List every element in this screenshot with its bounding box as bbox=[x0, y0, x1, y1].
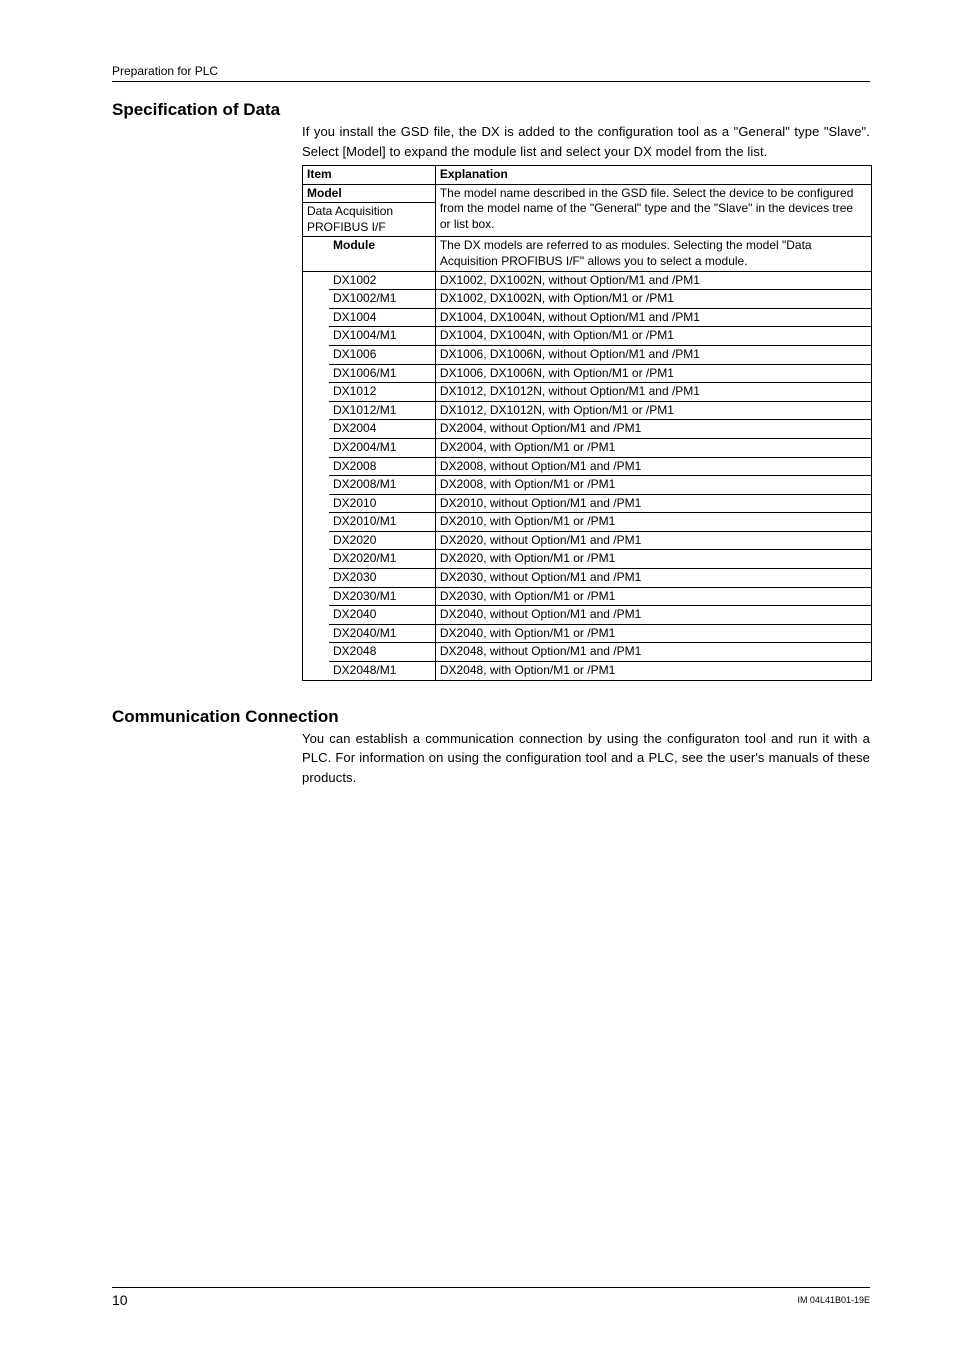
communication-paragraph: You can establish a communication connec… bbox=[302, 729, 870, 788]
indent-spacer bbox=[303, 513, 330, 532]
module-explanation: DX1004, DX1004N, without Option/M1 and /… bbox=[435, 308, 871, 327]
indent-spacer bbox=[303, 531, 330, 550]
indent-spacer bbox=[303, 345, 330, 364]
module-item: DX2008 bbox=[329, 457, 435, 476]
module-item: DX2010 bbox=[329, 494, 435, 513]
indent-spacer bbox=[303, 364, 330, 383]
row-module-explanation: The DX models are referred to as modules… bbox=[435, 237, 871, 271]
indent-spacer bbox=[303, 457, 330, 476]
module-explanation: DX2030, without Option/M1 and /PM1 bbox=[435, 569, 871, 588]
module-explanation: DX2008, without Option/M1 and /PM1 bbox=[435, 457, 871, 476]
module-explanation: DX2020, with Option/M1 or /PM1 bbox=[435, 550, 871, 569]
row-module-label: Module bbox=[329, 237, 435, 271]
module-explanation: DX2048, with Option/M1 or /PM1 bbox=[435, 662, 871, 681]
module-item: DX1004 bbox=[329, 308, 435, 327]
indent-spacer bbox=[303, 420, 330, 439]
module-item: DX2030 bbox=[329, 569, 435, 588]
module-explanation: DX2040, without Option/M1 and /PM1 bbox=[435, 606, 871, 625]
page-number: 10 bbox=[112, 1292, 128, 1308]
module-item: DX2004/M1 bbox=[329, 438, 435, 457]
module-explanation: DX2030, with Option/M1 or /PM1 bbox=[435, 587, 871, 606]
module-item: DX2030/M1 bbox=[329, 587, 435, 606]
module-item: DX1006 bbox=[329, 345, 435, 364]
module-explanation: DX2010, without Option/M1 and /PM1 bbox=[435, 494, 871, 513]
module-item: DX1012 bbox=[329, 383, 435, 402]
indent-spacer bbox=[303, 476, 330, 495]
indent-spacer bbox=[303, 587, 330, 606]
module-explanation: DX1012, DX1012N, without Option/M1 and /… bbox=[435, 383, 871, 402]
section-heading-specification: Specification of Data bbox=[112, 100, 870, 120]
indent-spacer bbox=[303, 237, 330, 271]
indent-spacer bbox=[303, 327, 330, 346]
specification-table: Item Explanation Model The model name de… bbox=[302, 165, 872, 681]
module-explanation: DX2008, with Option/M1 or /PM1 bbox=[435, 476, 871, 495]
specification-intro: If you install the GSD file, the DX is a… bbox=[302, 122, 870, 161]
indent-spacer bbox=[303, 438, 330, 457]
page-footer: 10 IM 04L41B01-19E bbox=[112, 1287, 870, 1308]
module-item: DX2020/M1 bbox=[329, 550, 435, 569]
indent-spacer bbox=[303, 569, 330, 588]
module-item: DX2020 bbox=[329, 531, 435, 550]
module-item: DX2004 bbox=[329, 420, 435, 439]
module-item: DX2040/M1 bbox=[329, 624, 435, 643]
row-model-label: Model bbox=[303, 184, 436, 203]
indent-spacer bbox=[303, 494, 330, 513]
module-explanation: DX2040, with Option/M1 or /PM1 bbox=[435, 624, 871, 643]
module-item: DX2010/M1 bbox=[329, 513, 435, 532]
indent-spacer bbox=[303, 290, 330, 309]
module-explanation: DX2010, with Option/M1 or /PM1 bbox=[435, 513, 871, 532]
module-explanation: DX1006, DX1006N, without Option/M1 and /… bbox=[435, 345, 871, 364]
indent-spacer bbox=[303, 308, 330, 327]
module-item: DX1012/M1 bbox=[329, 401, 435, 420]
module-item: DX1002/M1 bbox=[329, 290, 435, 309]
document-id: IM 04L41B01-19E bbox=[797, 1295, 870, 1308]
indent-spacer bbox=[303, 550, 330, 569]
module-explanation: DX1002, DX1002N, with Option/M1 or /PM1 bbox=[435, 290, 871, 309]
module-item: DX2048/M1 bbox=[329, 662, 435, 681]
running-header: Preparation for PLC bbox=[112, 64, 870, 82]
module-explanation: DX1002, DX1002N, without Option/M1 and /… bbox=[435, 271, 871, 290]
indent-spacer bbox=[303, 401, 330, 420]
module-explanation: DX2020, without Option/M1 and /PM1 bbox=[435, 531, 871, 550]
module-item: DX1002 bbox=[329, 271, 435, 290]
module-item: DX2040 bbox=[329, 606, 435, 625]
row-daq-label: Data Acquisition PROFIBUS I/F bbox=[303, 203, 436, 237]
section-heading-communication: Communication Connection bbox=[112, 707, 870, 727]
module-item: DX1004/M1 bbox=[329, 327, 435, 346]
row-model-explanation: The model name described in the GSD file… bbox=[435, 184, 871, 237]
col-header-item: Item bbox=[303, 166, 436, 185]
indent-spacer bbox=[303, 643, 330, 662]
module-item: DX1006/M1 bbox=[329, 364, 435, 383]
col-header-explanation: Explanation bbox=[435, 166, 871, 185]
indent-spacer bbox=[303, 271, 330, 290]
indent-spacer bbox=[303, 624, 330, 643]
module-explanation: DX1004, DX1004N, with Option/M1 or /PM1 bbox=[435, 327, 871, 346]
indent-spacer bbox=[303, 606, 330, 625]
indent-spacer bbox=[303, 383, 330, 402]
indent-spacer bbox=[303, 662, 330, 681]
module-explanation: DX2004, without Option/M1 and /PM1 bbox=[435, 420, 871, 439]
module-explanation: DX1006, DX1006N, with Option/M1 or /PM1 bbox=[435, 364, 871, 383]
module-explanation: DX2004, with Option/M1 or /PM1 bbox=[435, 438, 871, 457]
module-explanation: DX2048, without Option/M1 and /PM1 bbox=[435, 643, 871, 662]
module-item: DX2008/M1 bbox=[329, 476, 435, 495]
module-item: DX2048 bbox=[329, 643, 435, 662]
module-explanation: DX1012, DX1012N, with Option/M1 or /PM1 bbox=[435, 401, 871, 420]
